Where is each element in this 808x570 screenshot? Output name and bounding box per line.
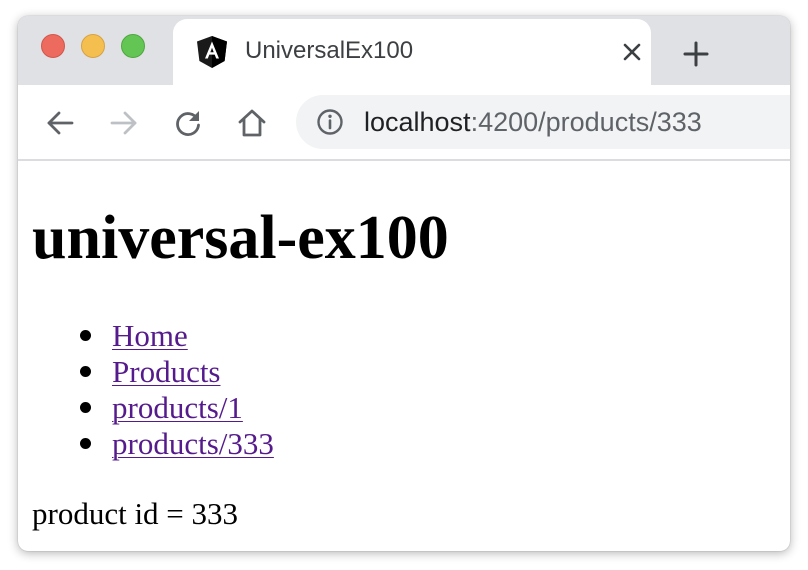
url-host: localhost — [364, 107, 471, 137]
back-arrow-icon[interactable] — [44, 107, 76, 139]
new-tab-icon[interactable] — [682, 40, 710, 68]
list-item: products/333 — [18, 426, 274, 462]
close-window-button[interactable] — [41, 34, 65, 58]
reload-icon[interactable] — [172, 107, 204, 139]
home-link[interactable]: Home — [112, 318, 188, 353]
url-path: :4200/products/333 — [470, 107, 702, 137]
product-1-link[interactable]: products/1 — [112, 390, 243, 425]
home-icon[interactable] — [236, 107, 268, 139]
product-id-text: product id = 333 — [32, 496, 239, 531]
site-info-icon[interactable] — [316, 108, 344, 136]
list-item: Products — [18, 354, 274, 390]
tab-universalex100[interactable]: UniversalEx100 — [173, 19, 651, 85]
forward-arrow-icon[interactable] — [108, 107, 140, 139]
bullet-icon — [80, 366, 91, 377]
nav-link-list: Home Products products/1 products/333 — [18, 318, 274, 462]
maximize-window-button[interactable] — [121, 34, 145, 58]
tab-strip: UniversalEx100 — [18, 16, 790, 85]
page-title: universal-ex100 — [32, 204, 449, 272]
page-content: universal-ex100 Home Products products/1… — [18, 161, 790, 551]
product-333-link[interactable]: products/333 — [112, 426, 274, 461]
products-link[interactable]: Products — [112, 354, 221, 389]
minimize-window-button[interactable] — [81, 34, 105, 58]
list-item: products/1 — [18, 390, 274, 426]
bullet-icon — [80, 330, 91, 341]
bullet-icon — [80, 438, 91, 449]
browser-window: UniversalEx100 localhost:4200/products/3… — [18, 16, 790, 551]
url-text: localhost:4200/products/333 — [364, 107, 702, 138]
tab-title: UniversalEx100 — [245, 37, 414, 64]
bullet-icon — [80, 402, 91, 413]
address-bar[interactable]: localhost:4200/products/333 — [296, 95, 790, 149]
list-item: Home — [18, 318, 274, 354]
close-tab-icon[interactable] — [621, 41, 643, 63]
angular-logo-icon — [195, 35, 229, 69]
browser-toolbar: localhost:4200/products/333 — [18, 85, 790, 161]
